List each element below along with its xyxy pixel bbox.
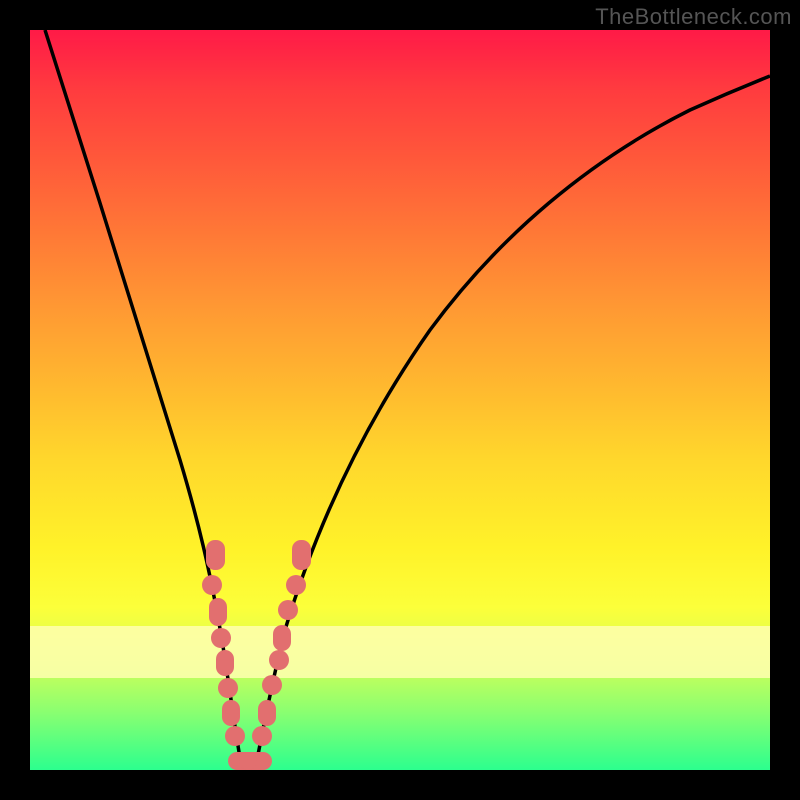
marker-left-3 [209,598,227,626]
marker-left-1 [206,540,225,570]
watermark-text: TheBottleneck.com [595,4,792,30]
marker-left-5 [216,650,234,676]
marker-left-4 [211,628,231,648]
marker-left-6 [218,678,238,698]
marker-right-3 [262,675,282,695]
marker-right-1 [252,726,272,746]
marker-right-8 [292,540,311,570]
marker-right-4 [269,650,289,670]
marker-right-7 [286,575,306,595]
marker-left-2 [202,575,222,595]
marker-left-8 [225,726,245,746]
marker-right-2 [258,700,276,726]
curve-svg [30,30,770,770]
marker-left-7 [222,700,240,726]
marker-right-5 [273,625,291,651]
bottleneck-curve [45,30,770,770]
plot-area [30,30,770,770]
marker-right-6 [278,600,298,620]
marker-valley-2 [239,752,257,770]
chart-frame: TheBottleneck.com [0,0,800,800]
